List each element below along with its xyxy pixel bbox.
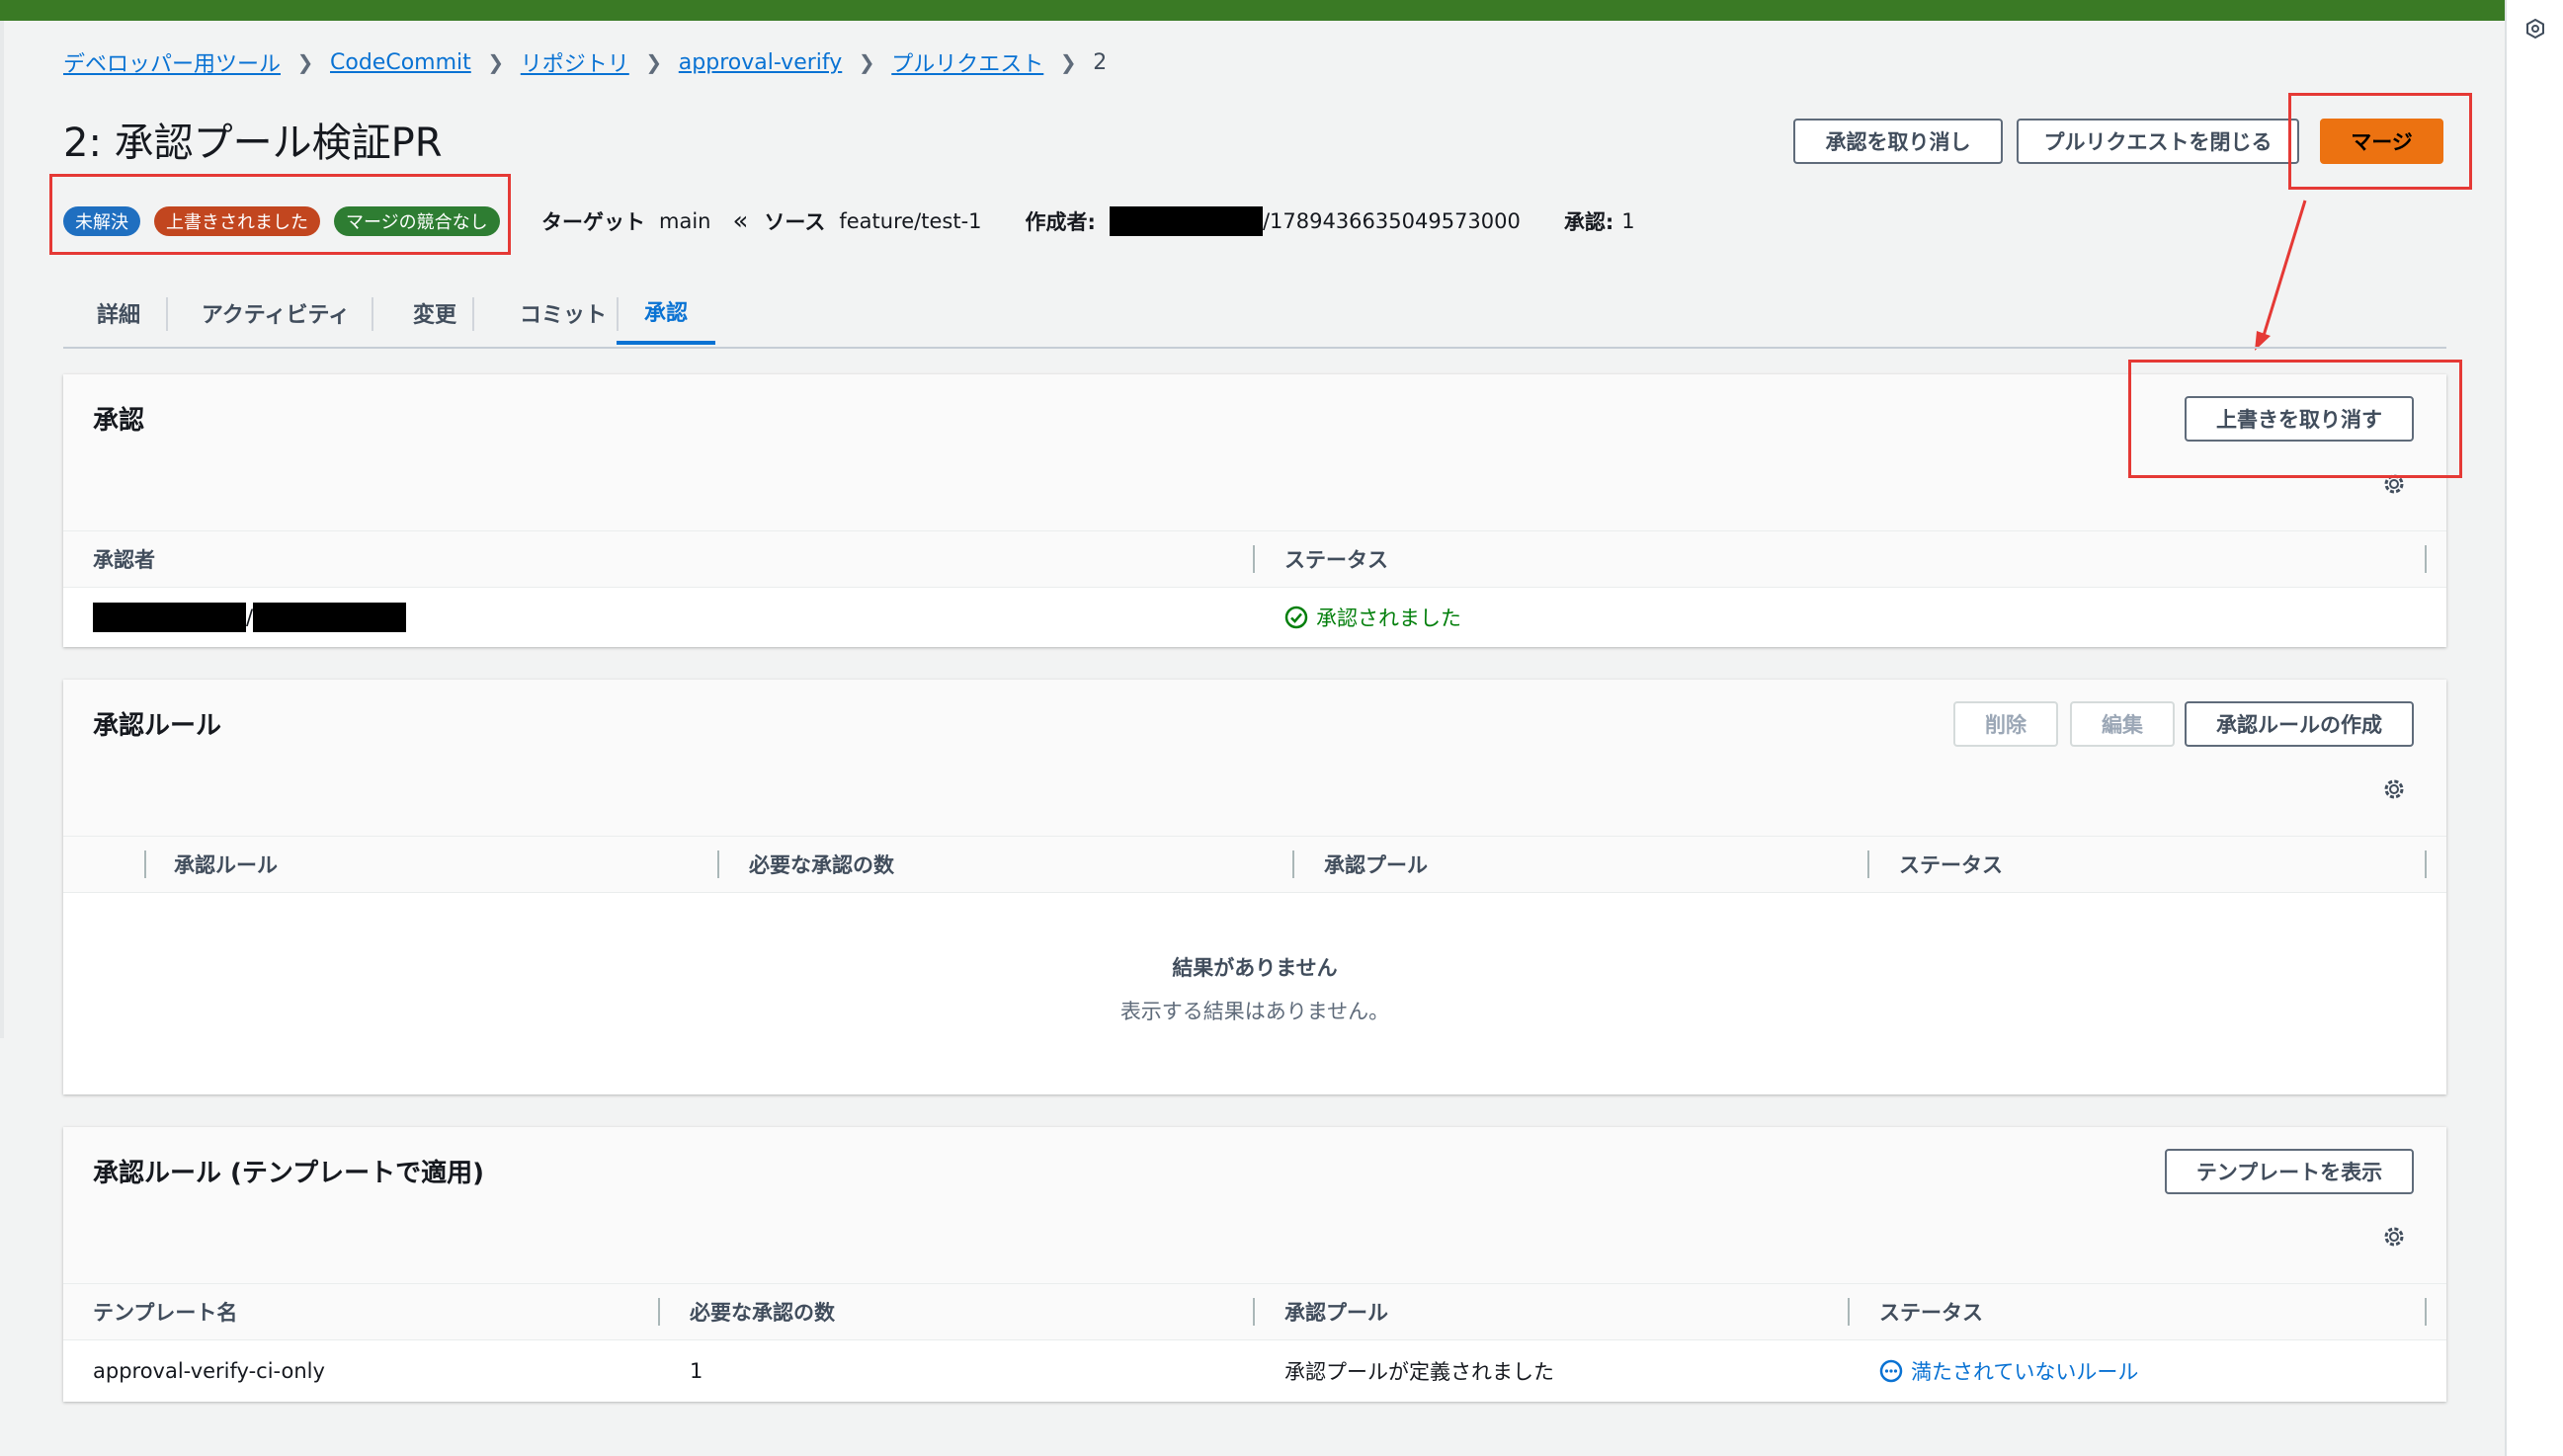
chevron-right-icon: ❯ [1059, 50, 1077, 74]
target-branch: main [659, 209, 711, 233]
highlight-override [2128, 360, 2462, 478]
settings-gear-icon[interactable] [2381, 1224, 2407, 1250]
column-required-approvals[interactable]: 必要な承認の数 [690, 1284, 835, 1339]
chevron-right-icon: ❯ [296, 50, 314, 74]
column-status[interactable]: ステータス [1879, 1284, 1983, 1339]
template-rules-panel: 承認ルール (テンプレートで適用) テンプレートを表示 テンプレート名 必要な承… [63, 1127, 2446, 1402]
pr-meta: ターゲット main « ソース feature/test-1 作成者: /17… [541, 205, 1635, 237]
approval-rules-title: 承認ルール [93, 711, 222, 741]
breadcrumb-developer-tools[interactable]: デベロッパー用ツール [63, 46, 281, 78]
page-title: 2: 承認プール検証PR [63, 121, 443, 166]
source-branch: feature/test-1 [839, 209, 982, 233]
highlight-badges [49, 174, 511, 255]
template-rules-title: 承認ルール (テンプレートで適用) [93, 1159, 485, 1188]
delete-rule-button[interactable]: 削除 [1953, 701, 2058, 747]
chevron-right-icon: ❯ [645, 50, 663, 74]
column-approver[interactable]: 承認者 [93, 531, 155, 587]
approvals-count: 1 [1621, 209, 1635, 233]
top-bar [0, 0, 2505, 21]
right-tools-panel[interactable] [2505, 0, 2563, 1456]
breadcrumb-repository[interactable]: approval-verify [679, 50, 842, 75]
show-template-button[interactable]: テンプレートを表示 [2165, 1149, 2414, 1194]
redacted-approver [93, 603, 246, 632]
required-approvals-cell: 1 [690, 1359, 703, 1383]
column-status[interactable]: ステータス [1899, 837, 2003, 892]
source-label: ソース [764, 210, 826, 234]
table-row: / [93, 588, 407, 647]
approval-rules-panel: 承認ルール 削除 編集 承認ルールの作成 承認ルール 必要な承認の数 承認プール… [63, 680, 2446, 1094]
edit-rule-button[interactable]: 編集 [2070, 701, 2175, 747]
breadcrumb-current: 2 [1093, 49, 1108, 75]
author-id: /1789436635049573000 [1262, 209, 1521, 233]
tab-changes[interactable]: 変更 [385, 282, 484, 345]
settings-gear-icon[interactable] [2381, 776, 2407, 802]
chevron-right-icon: ❯ [487, 50, 505, 74]
chevron-right-icon: ❯ [858, 50, 875, 74]
target-label: ターゲット [541, 210, 645, 234]
breadcrumb: デベロッパー用ツール ❯ CodeCommit ❯ リポジトリ ❯ approv… [63, 44, 1107, 80]
approval-pool-cell: 承認プールが定義されました [1284, 1360, 1554, 1384]
revoke-approval-button[interactable]: 承認を取り消し [1793, 119, 2003, 164]
column-status[interactable]: ステータス [1284, 531, 1388, 587]
column-template-name[interactable]: テンプレート名 [93, 1284, 237, 1339]
empty-state-description: 表示する結果はありません。 [1119, 1000, 1390, 1023]
column-approval-pool[interactable]: 承認プール [1284, 1284, 1388, 1339]
create-rule-button[interactable]: 承認ルールの作成 [2185, 701, 2414, 747]
redacted-author [1109, 206, 1263, 236]
empty-state-title: 結果がありません [1172, 956, 1338, 980]
tab-bar: 詳細 アクティビティ 変更 コミット 承認 [63, 282, 2446, 349]
tools-icon[interactable] [2524, 18, 2546, 40]
tab-activity[interactable]: アクティビティ [180, 282, 372, 345]
approval-status-text: 承認されました [1316, 607, 1461, 630]
column-approval-rule[interactable]: 承認ルール [174, 837, 278, 892]
tab-details[interactable]: 詳細 [83, 282, 154, 345]
approvals-panel-title: 承認 [93, 406, 145, 436]
tab-approvals[interactable]: 承認 [617, 282, 715, 345]
redacted-approver [253, 603, 407, 632]
approval-status: 承認されました [1284, 588, 1461, 647]
approvals-panel: 承認 上書きを取り消す 承認者 ステータス / 承認されました [63, 374, 2446, 647]
column-approval-pool[interactable]: 承認プール [1324, 837, 1428, 892]
column-required-approvals[interactable]: 必要な承認の数 [749, 837, 894, 892]
breadcrumb-codecommit[interactable]: CodeCommit [330, 50, 471, 75]
rule-status-cell: 満たされていないルール [1879, 1340, 2138, 1402]
highlight-merge [2288, 93, 2472, 190]
close-pull-request-button[interactable]: プルリクエストを閉じる [2017, 119, 2299, 164]
rule-status-text[interactable]: 満たされていないルール [1911, 1356, 2138, 1386]
double-chevron-left-icon: « [732, 206, 749, 236]
ellipsis-circle-icon [1879, 1359, 1903, 1383]
approver-separator: / [246, 606, 254, 629]
breadcrumb-pull-requests[interactable]: プルリクエスト [891, 46, 1043, 78]
breadcrumb-repositories[interactable]: リポジトリ [521, 46, 629, 78]
check-circle-icon [1284, 606, 1308, 629]
template-name-cell: approval-verify-ci-only [93, 1359, 325, 1383]
approvals-label: 承認: [1563, 210, 1614, 234]
author-label: 作成者: [1025, 210, 1096, 234]
